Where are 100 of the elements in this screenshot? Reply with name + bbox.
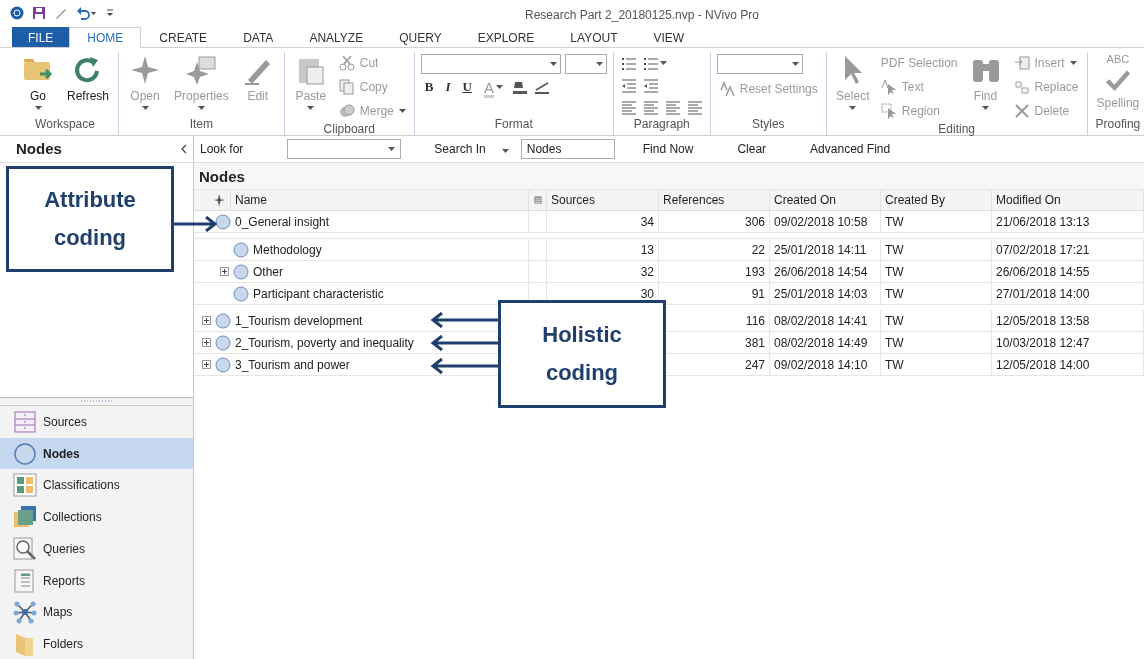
list-title: Nodes [199,167,245,185]
node-icon [233,263,249,280]
file-drawer-icon [13,409,37,434]
arrow [430,335,498,351]
caret-icon [549,62,557,66]
node-name: Participant characteristic [253,286,384,301]
align-icon [686,99,703,115]
ribbon-button[interactable]: Go [18,52,58,112]
table-cell: 193 [744,264,765,279]
column-header[interactable]: Name [235,193,267,207]
group-label: Proofing [1095,117,1141,131]
menu-tab[interactable]: FILE [12,27,70,47]
node-name: Methodology [253,242,322,257]
dropdown-field[interactable] [564,54,607,74]
search-field[interactable] [287,139,402,159]
navigation-item[interactable]: Collections [0,501,193,533]
table-cell: TW [885,264,904,279]
indent-icon [642,77,659,93]
table-cell: 34 [640,214,654,229]
search-action-button[interactable]: Clear [737,142,767,156]
column-header[interactable]: Modified On [996,193,1061,207]
table-cell: 32 [640,264,654,279]
menu-tab[interactable]: EXPLORE [459,27,553,47]
insert-icon [1013,55,1030,71]
caret-icon [595,62,603,66]
menu-tab[interactable]: HOME [69,27,142,48]
menu-tab[interactable]: CREATE [141,27,226,47]
expand-icon[interactable] [220,267,229,276]
node-icon [215,312,231,329]
search-in-button[interactable]: Search In [434,142,486,156]
dropdown-field[interactable] [716,54,803,74]
expand-icon[interactable] [202,316,211,325]
column-header[interactable]: Sources [551,193,596,207]
search-action-button[interactable]: Find Now [642,142,694,156]
collapse-chevron-icon[interactable] [181,143,187,154]
save-icon[interactable] [32,6,46,20]
navigation-item[interactable]: Nodes [0,437,193,470]
app-logo-icon [10,6,24,20]
format-button[interactable]: B [420,79,438,95]
column-header[interactable]: Created By [885,193,946,207]
report-icon [13,568,37,593]
stacked-squares-icon [13,505,37,530]
node-name: 0_General insight [235,214,330,229]
splitter-handle-icon[interactable] [80,400,113,403]
arrow [174,216,218,232]
search-action-button[interactable]: Advanced Find [810,142,891,156]
navigation-item[interactable]: Sources [0,405,193,438]
node-icon [215,213,231,230]
undo-icon[interactable] [76,6,98,20]
magnifier-icon [13,536,37,561]
navigation-item[interactable]: Reports [0,564,193,597]
table-cell: 25/01/2018 14:11 [774,242,867,257]
node-name: 3_Tourism and power [235,357,350,372]
menu-tab[interactable]: VIEW [635,27,703,47]
group-label: Item [189,117,214,131]
table-cell: 12/05/2018 13:58 [996,313,1090,328]
format-button[interactable]: U [458,79,476,95]
table-cell: 27/01/2018 14:00 [996,286,1090,301]
navigation-item[interactable]: Queries [0,532,193,565]
navigation-item[interactable]: Classifications [0,469,193,502]
table-cell: 30 [640,286,654,301]
fill-color-icon [511,79,528,95]
dropdown-field[interactable] [420,54,561,74]
group-label: Clipboard [323,122,375,136]
table-cell: 247 [744,357,765,372]
ribbon-button[interactable]: Refresh [64,52,113,105]
menu-tab[interactable]: ANALYZE [291,27,382,47]
group-label: Paragraph [633,117,690,131]
pencil-icon[interactable] [54,6,68,20]
customize-toolbar-icon[interactable] [106,8,114,18]
scissors-icon [338,55,355,71]
column-header[interactable]: References [663,193,725,207]
navigation-item[interactable]: Maps [0,596,193,629]
format-button[interactable]: I [441,79,455,95]
star-document-icon [185,54,218,86]
delete-icon [1013,103,1030,119]
navigation-item[interactable]: Folders [0,628,193,659]
column-header[interactable]: Created On [774,193,837,207]
node-name: 2_Tourism, poverty and inequality [235,335,414,350]
search-in-field[interactable]: Nodes [520,139,615,159]
expand-icon[interactable] [202,338,211,347]
expand-icon[interactable] [202,360,211,369]
menu-tab[interactable]: LAYOUT [552,27,636,47]
caret-icon [197,106,205,110]
circles-icon [338,103,355,119]
menu-tab[interactable]: DATA [225,27,292,47]
arrow [430,312,498,328]
text-style-icon [718,81,735,97]
table-cell: 09/02/2018 14:10 [774,357,868,372]
table-cell: TW [885,214,904,229]
node-icon [215,334,231,351]
caret-icon [307,106,315,110]
node-icon [233,285,249,302]
table-cell: 91 [751,286,765,301]
menu-tab[interactable]: QUERY [381,27,460,47]
table-cell: 08/02/2018 14:41 [774,313,868,328]
window-title: Research Part 2_20180125.nvp - NVivo Pro [525,8,759,22]
circle-icon [13,441,37,466]
caret-icon [388,147,396,151]
panel-title: Nodes [16,140,62,158]
